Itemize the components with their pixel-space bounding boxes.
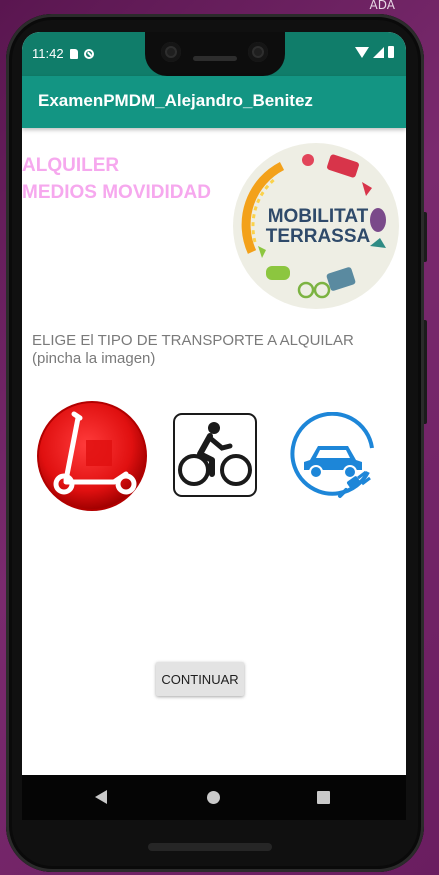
instruction-text: ELIGE El TIPO DE TRANSPORTE A ALQUILAR (… <box>32 332 392 368</box>
electric-car-icon <box>290 412 374 498</box>
bicycle-option-button[interactable] <box>172 412 258 498</box>
status-bar: 11:42 <box>22 32 406 76</box>
nav-back-icon[interactable] <box>95 790 107 804</box>
sd-card-icon <box>69 48 78 59</box>
bottom-speaker <box>148 843 272 851</box>
instruction-line-1: ELIGE El TIPO DE TRANSPORTE A ALQUILAR <box>32 332 354 349</box>
instruction-line-2: (pincha la imagen) <box>32 350 156 367</box>
front-sensor-icon <box>248 42 268 62</box>
nav-home-icon[interactable] <box>207 791 220 804</box>
phone-screen: 11:42 ExamenPMDM_Alejandro_Benitez ALQUI… <box>22 32 406 775</box>
continue-button[interactable]: CONTINUAR <box>156 662 244 696</box>
mobilitat-terrassa-logo: MOBILITAT TERRASSA <box>233 143 399 309</box>
heading-line-1: ALQUILER <box>22 155 120 176</box>
logo-text-line-1: MOBILITAT <box>268 206 369 227</box>
nav-recents-icon[interactable] <box>317 791 330 804</box>
page-heading: ALQUILER MEDIOS MOVIDIDAD <box>22 152 211 206</box>
navigation-bar <box>22 775 406 820</box>
battery-icon <box>388 46 394 58</box>
do-not-disturb-icon <box>83 48 94 59</box>
app-bar: ExamenPMDM_Alejandro_Benitez <box>22 76 406 128</box>
emulator-host-label: ADA <box>369 0 395 12</box>
logo-text-line-2: TERRASSA <box>266 226 371 247</box>
heading-line-2: MEDIOS MOVIDIDAD <box>22 182 211 203</box>
scooter-option-button[interactable] <box>36 400 148 512</box>
front-camera-icon <box>161 42 181 62</box>
status-time: 11:42 <box>32 46 64 61</box>
earpiece-speaker <box>193 56 237 61</box>
wifi-icon <box>355 46 369 58</box>
cell-signal-icon <box>373 46 384 58</box>
electric-car-option-button[interactable] <box>290 412 378 502</box>
app-title: ExamenPMDM_Alejandro_Benitez <box>38 91 313 110</box>
camera-notch <box>145 32 285 76</box>
